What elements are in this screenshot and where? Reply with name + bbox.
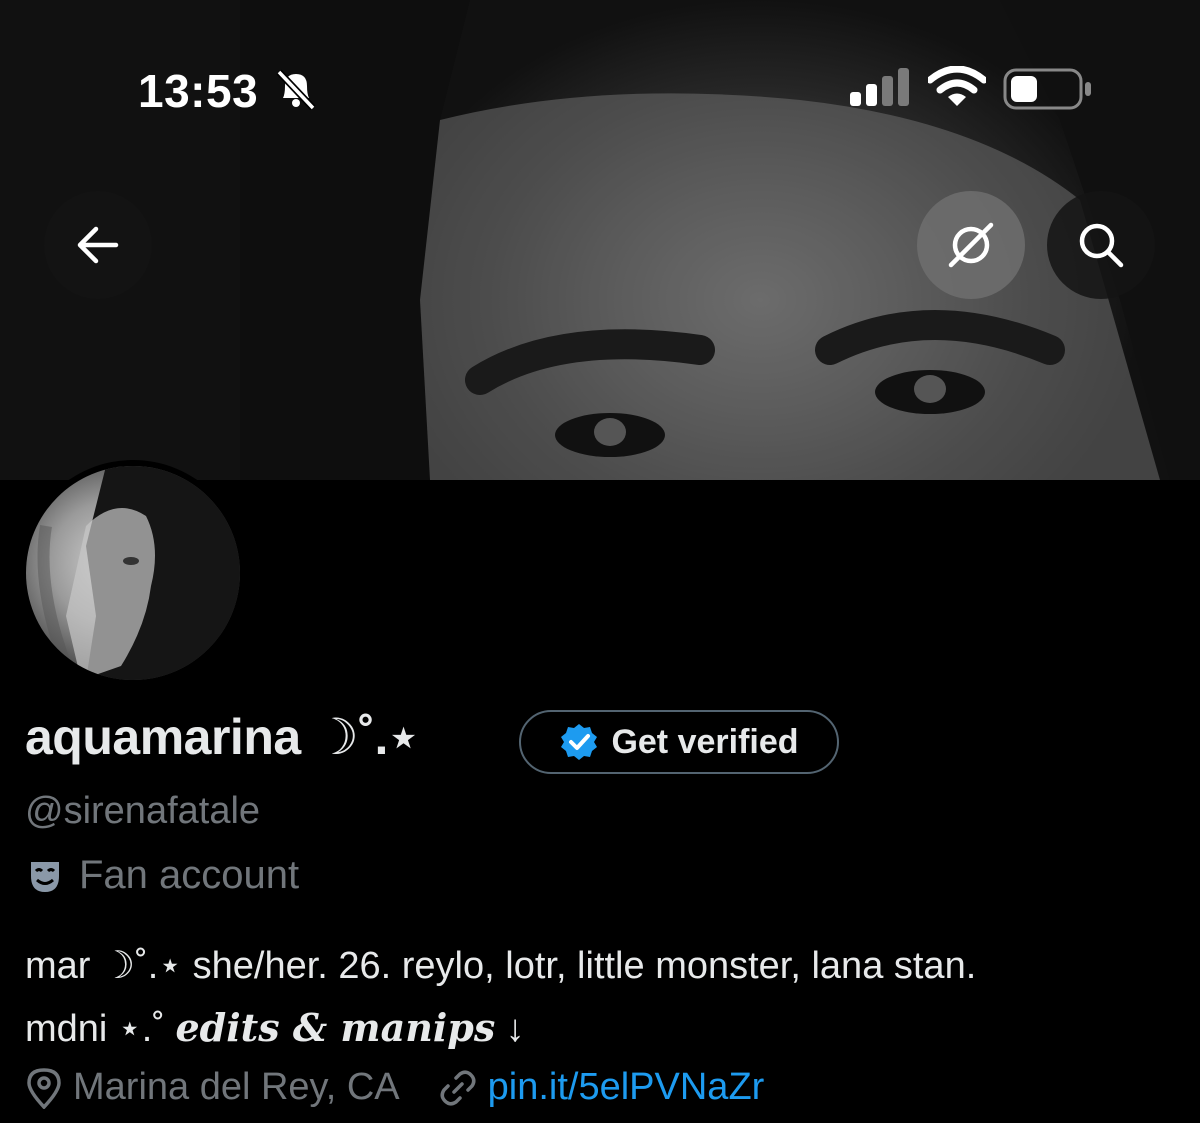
bell-slash-icon: [273, 68, 319, 115]
location-pin-icon: [27, 1067, 61, 1109]
bio-suffix: ↓: [495, 1008, 525, 1050]
theater-mask-icon: [31, 861, 59, 892]
arrow-left-icon: [77, 226, 119, 264]
grok-button[interactable]: [917, 191, 1025, 299]
signal-icon: [850, 68, 912, 111]
category-label: Fan account: [79, 853, 300, 897]
status-time: 13:53: [138, 65, 259, 117]
profile-category: Fan account: [25, 853, 299, 898]
avatar-photo: [26, 466, 240, 680]
battery-icon: [1003, 68, 1093, 115]
get-verified-label: Get verified: [611, 722, 799, 761]
search-icon: [1079, 223, 1124, 268]
profile-meta: Marina del Rey, CA pin.it/5elPVNaZr: [25, 1066, 764, 1109]
location-label: Marina del Rey, CA: [73, 1066, 400, 1108]
search-button[interactable]: [1047, 191, 1155, 299]
verified-badge-icon: [561, 724, 598, 760]
profile-link[interactable]: pin.it/5elPVNaZr: [488, 1066, 765, 1109]
get-verified-button[interactable]: Get verified: [519, 710, 839, 774]
display-name: aquamarina ☽˚.⋆: [25, 709, 419, 765]
bio-fancy-text: edits & manips: [175, 1005, 496, 1050]
grok-icon: [948, 222, 994, 268]
wifi-icon: [926, 65, 988, 113]
avatar[interactable]: [20, 460, 246, 686]
link-icon: [440, 1070, 476, 1105]
back-button[interactable]: [44, 191, 152, 299]
username-handle: @sirenafatale: [25, 790, 261, 832]
profile-bio: mar ☽˚.⋆ she/her. 26. reylo, lotr, littl…: [25, 935, 1175, 1060]
bio-line-1: mar ☽˚.⋆ she/her. 26. reylo, lotr, littl…: [25, 945, 977, 987]
status-bar: 13:53: [0, 0, 1200, 180]
bio-line-2: mdni ⋆.˚ edits & manips ↓: [25, 997, 1175, 1060]
bio-line-2-prefix: mdni ⋆.˚: [25, 1008, 176, 1050]
display-name-row: aquamarina ☽˚.⋆: [25, 708, 419, 766]
